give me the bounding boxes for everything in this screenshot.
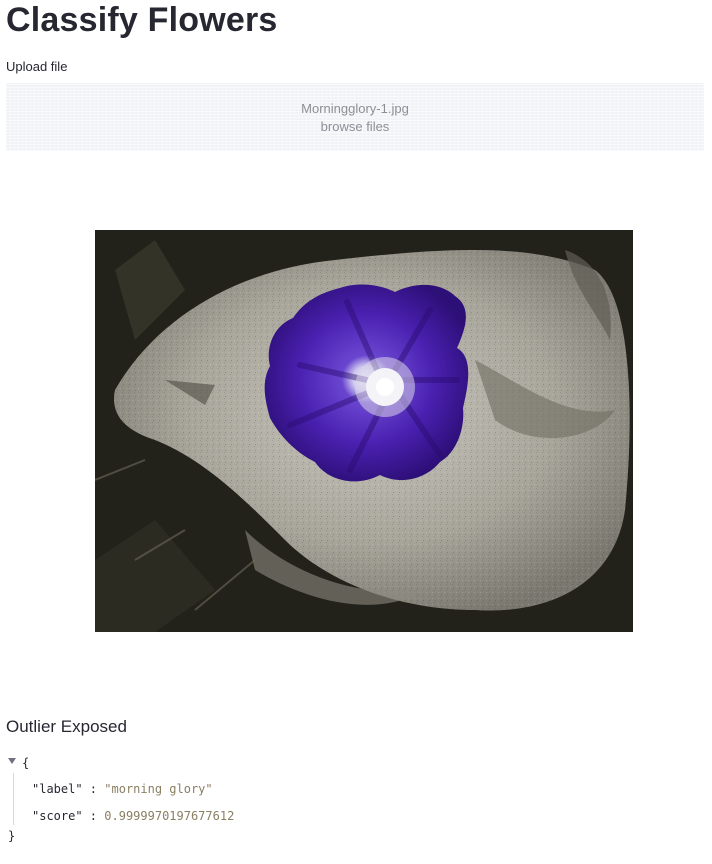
json-open-brace: { <box>22 756 30 770</box>
json-separator: : <box>82 809 105 823</box>
json-indent-guide <box>13 773 14 825</box>
file-dropzone[interactable]: Morningglory-1.jpg browse files <box>6 83 704 151</box>
json-value: 0.9999970197677612 <box>104 809 235 823</box>
uploaded-image <box>95 230 633 632</box>
uploaded-filename: Morningglory-1.jpg <box>301 101 409 116</box>
json-key: "label" <box>32 782 83 796</box>
result-section-title: Outlier Exposed <box>6 717 127 736</box>
json-separator: : <box>82 782 105 796</box>
json-key: "score" <box>32 809 83 823</box>
json-value: "morning glory" <box>104 782 213 796</box>
collapse-caret-icon[interactable] <box>8 758 16 764</box>
json-field-score: "score" : 0.9999970197677612 <box>32 809 234 823</box>
browse-files-link[interactable]: browse files <box>6 119 704 135</box>
json-close-brace: } <box>8 829 16 843</box>
app-page: Classify Flowers Upload file Morningglor… <box>0 0 712 864</box>
json-field-label: "label" : "morning glory" <box>32 782 213 796</box>
morning-glory-photo-icon <box>95 230 633 632</box>
upload-label: Upload file <box>6 59 68 74</box>
page-title: Classify Flowers <box>6 1 278 39</box>
